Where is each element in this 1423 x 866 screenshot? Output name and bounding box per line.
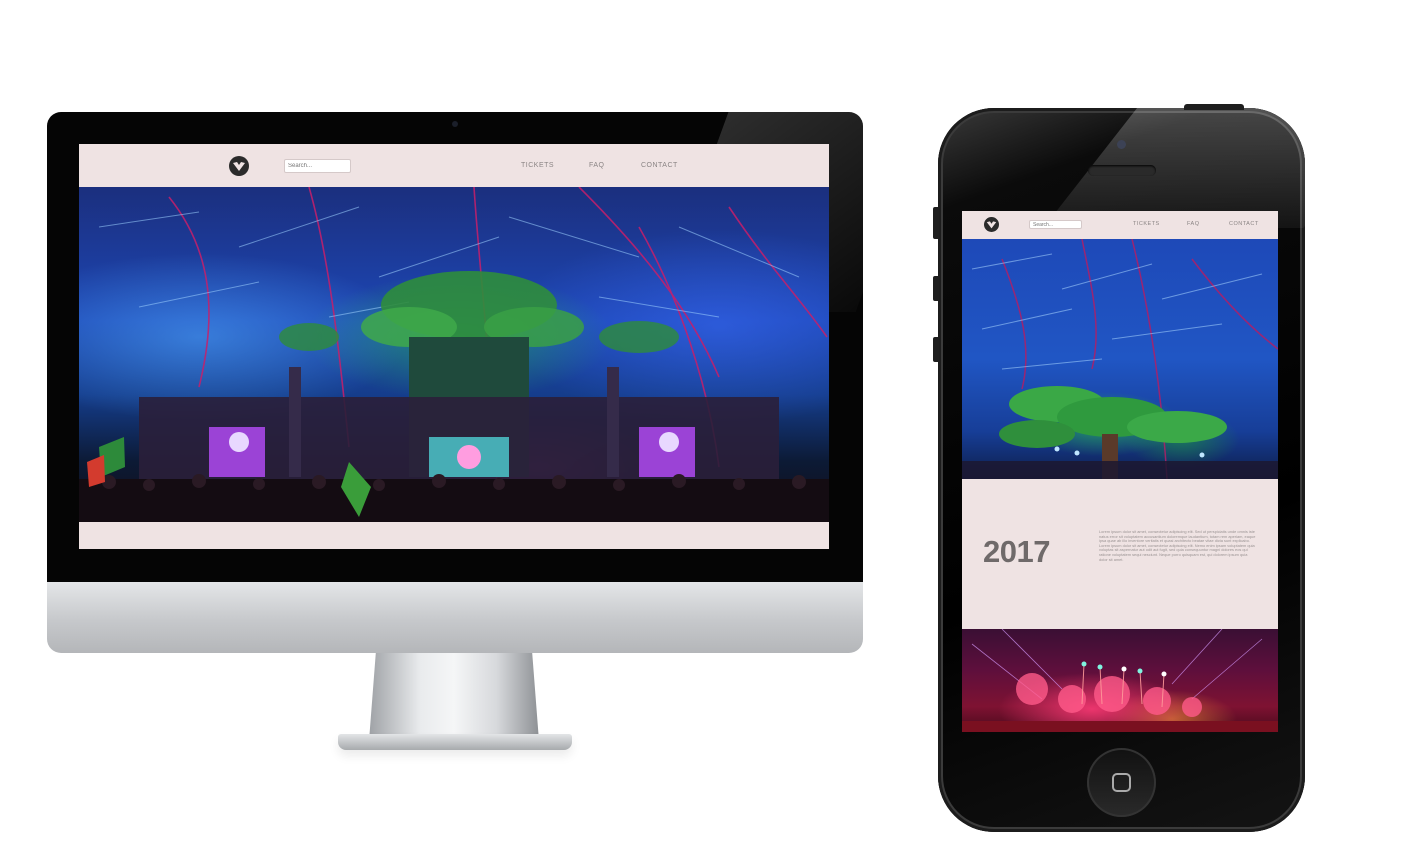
mobile-hero-image <box>962 239 1278 479</box>
phone-mockup: TICKETS FAQ CONTACT <box>938 108 1305 832</box>
monitor-camera <box>452 121 458 127</box>
mobile-screen: TICKETS FAQ CONTACT <box>962 211 1278 732</box>
monitor-stand-foot <box>338 734 572 750</box>
monitor-stand-neck <box>369 653 539 741</box>
mobile-nav-tickets[interactable]: TICKETS <box>1133 221 1160 227</box>
site-header: TICKETS FAQ CONTACT <box>79 144 829 187</box>
mobile-nav-contact[interactable]: CONTACT <box>1229 221 1259 227</box>
phone-speaker <box>1088 165 1156 176</box>
nav-faq[interactable]: FAQ <box>589 162 605 169</box>
monitor-bezel: TICKETS FAQ CONTACT <box>47 112 863 582</box>
year-description: Lorem ipsum dolor sit amet, consectetur … <box>1099 529 1256 562</box>
mobile-nav-faq[interactable]: FAQ <box>1187 221 1200 227</box>
phone-volume-up-button <box>933 276 939 301</box>
hero-image-festival-stage <box>79 187 829 522</box>
mobile-fireworks-image <box>962 629 1278 732</box>
nav-tickets[interactable]: TICKETS <box>521 162 554 169</box>
nav-contact[interactable]: CONTACT <box>641 162 678 169</box>
home-square-icon <box>1112 773 1131 792</box>
mobile-site-header: TICKETS FAQ CONTACT <box>962 211 1278 239</box>
phone-mute-switch <box>933 207 939 239</box>
phone-volume-down-button <box>933 337 939 362</box>
desktop-screen: TICKETS FAQ CONTACT <box>79 144 829 549</box>
search-input[interactable] <box>284 159 351 173</box>
phone-power-button <box>1184 104 1244 110</box>
mobile-search-input[interactable] <box>1029 220 1082 229</box>
monitor-chin <box>47 582 863 653</box>
phone-glare <box>1043 108 1305 228</box>
phone-camera <box>1117 140 1126 149</box>
year-heading: 2017 <box>983 534 1050 569</box>
tomorrowland-logo-icon[interactable] <box>229 156 249 176</box>
phone-home-button[interactable] <box>1087 748 1156 817</box>
desktop-monitor-mockup: TICKETS FAQ CONTACT <box>47 112 863 752</box>
year-section: 2017 Lorem ipsum dolor sit amet, consect… <box>962 479 1278 629</box>
tomorrowland-logo-icon[interactable] <box>984 217 999 232</box>
